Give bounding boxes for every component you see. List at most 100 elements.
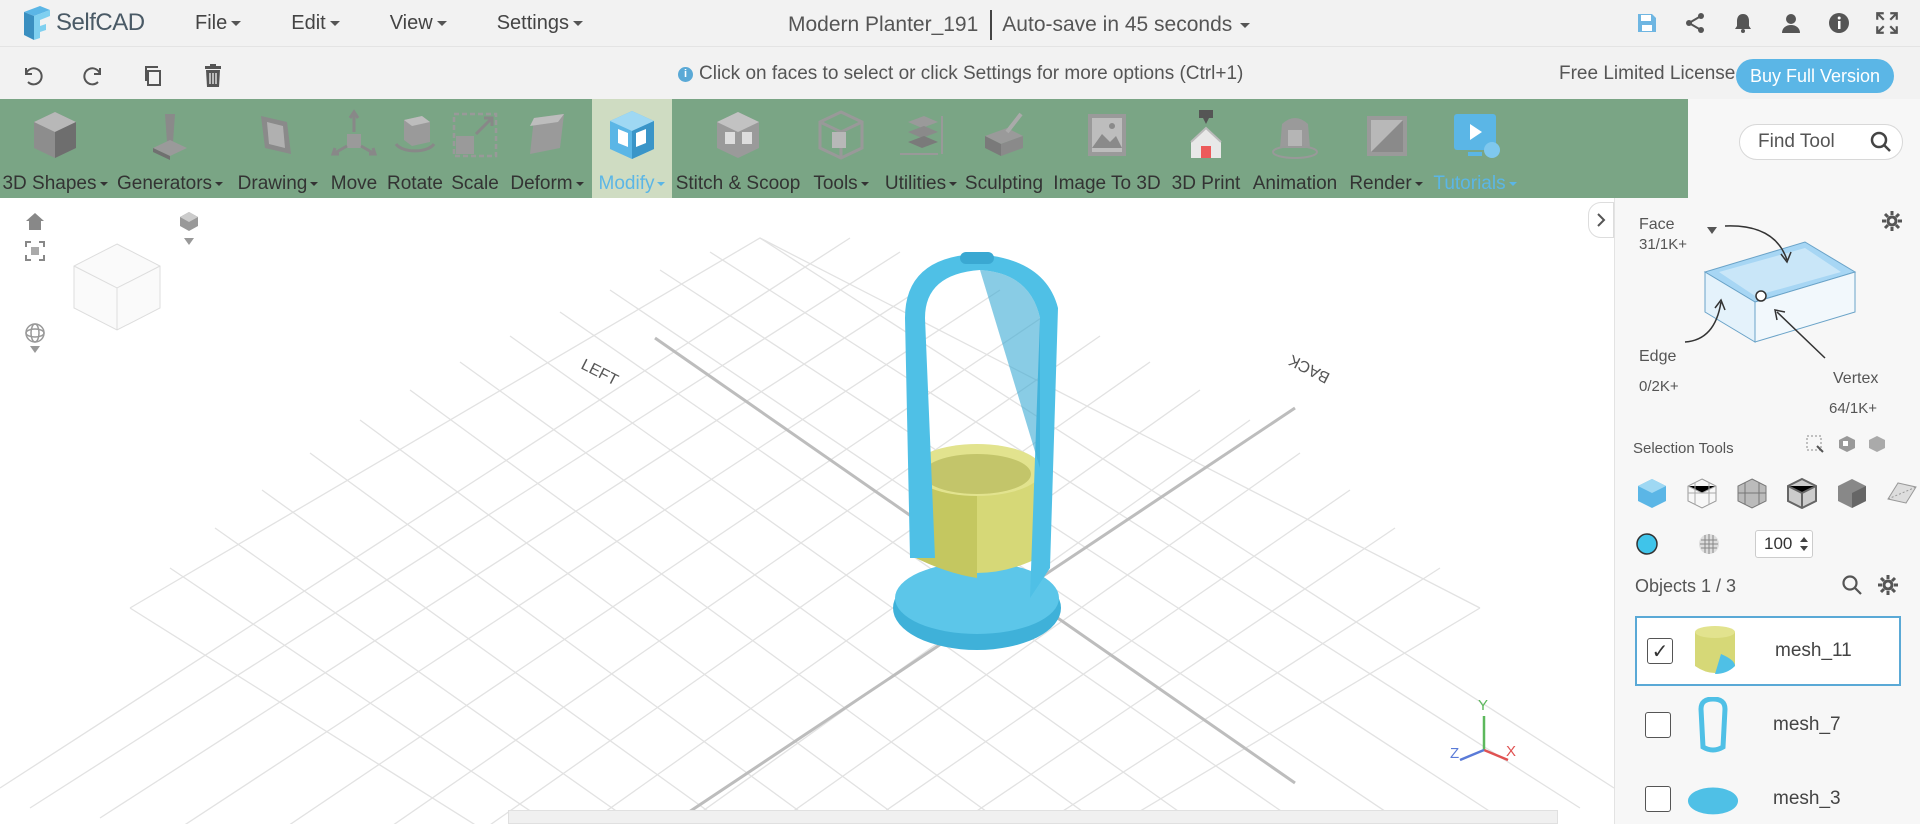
tool-animation[interactable]: Animation bbox=[1246, 99, 1344, 198]
tool-3d-print[interactable]: 3D Print bbox=[1168, 99, 1244, 198]
search-objects-icon[interactable] bbox=[1841, 574, 1863, 601]
select-outline-icon[interactable] bbox=[1785, 476, 1819, 510]
menu-settings[interactable]: Settings bbox=[497, 12, 583, 35]
tool-sculpting[interactable]: Sculpting bbox=[964, 99, 1044, 198]
object-row-mesh-11[interactable]: ✓ mesh_11 bbox=[1635, 616, 1901, 686]
app-logo[interactable]: SelfCAD bbox=[20, 4, 170, 42]
printer-icon bbox=[1178, 107, 1234, 163]
drawing-icon bbox=[250, 107, 306, 163]
selection-tools-label: Selection Tools bbox=[1633, 440, 1734, 457]
selection-diagram bbox=[1684, 225, 1857, 359]
tool-stitch-scoop[interactable]: Stitch & Scoop bbox=[674, 99, 802, 198]
tool-label: 3D Print bbox=[1171, 173, 1241, 194]
trash-icon[interactable] bbox=[198, 61, 228, 91]
tool-scale[interactable]: Scale bbox=[446, 99, 504, 198]
tool-label: Stitch & Scoop bbox=[675, 173, 801, 194]
timeline-bar[interactable] bbox=[508, 810, 1558, 824]
copy-icon[interactable] bbox=[138, 61, 168, 91]
user-icon[interactable] bbox=[1776, 8, 1806, 38]
generator-icon bbox=[142, 107, 198, 163]
save-icon[interactable] bbox=[1632, 8, 1662, 38]
tool-render[interactable]: Render bbox=[1346, 99, 1426, 198]
tool-3d-shapes[interactable]: 3D Shapes bbox=[0, 99, 110, 198]
object-row-mesh-7[interactable]: mesh_7 bbox=[1635, 690, 1901, 760]
fullscreen-icon[interactable] bbox=[1872, 8, 1902, 38]
object-checkbox[interactable] bbox=[1645, 712, 1671, 738]
select-grid-icon[interactable] bbox=[1685, 476, 1719, 510]
scene-canvas[interactable]: LEFT BACK Y Z X bbox=[0, 198, 1614, 824]
tool-label: Render bbox=[1349, 173, 1412, 194]
chevron-down-icon[interactable] bbox=[176, 234, 202, 250]
main-toolbar: 3D Shapes Generators Drawing Move Rotate… bbox=[0, 99, 1688, 198]
select-mesh-icon[interactable] bbox=[1735, 476, 1769, 510]
menu-edit-label: Edit bbox=[291, 11, 326, 34]
brush-size-input[interactable]: 100 bbox=[1755, 530, 1813, 558]
document-title[interactable]: Modern Planter_191 bbox=[788, 13, 978, 37]
hint-label: Click on faces to select or click Settin… bbox=[699, 63, 1244, 84]
zoom-fit-icon[interactable] bbox=[22, 238, 48, 264]
autosave-dropdown[interactable]: Auto-save in 45 seconds bbox=[1002, 13, 1251, 37]
buy-full-version-button[interactable]: Buy Full Version bbox=[1736, 59, 1894, 93]
tool-generators[interactable]: Generators bbox=[112, 99, 228, 198]
object-row-mesh-3[interactable]: mesh_3 bbox=[1635, 764, 1901, 824]
menu-file-label: File bbox=[195, 11, 228, 34]
scale-icon bbox=[447, 107, 503, 163]
collapse-panel-button[interactable] bbox=[1588, 202, 1614, 238]
info-icon[interactable] bbox=[1824, 8, 1854, 38]
menu-file[interactable]: File bbox=[195, 11, 242, 35]
undo-icon[interactable] bbox=[18, 61, 48, 91]
vertex-label: Vertex bbox=[1833, 370, 1879, 387]
object-name: mesh_7 bbox=[1773, 714, 1841, 735]
projection-icon[interactable] bbox=[176, 208, 202, 234]
share-icon[interactable] bbox=[1680, 8, 1710, 38]
deform-icon bbox=[519, 107, 575, 163]
menu-edit[interactable]: Edit bbox=[291, 11, 340, 35]
select-plane-icon[interactable] bbox=[1885, 476, 1919, 510]
select-visible-icon[interactable] bbox=[1837, 434, 1857, 459]
chevron-down-icon bbox=[231, 20, 242, 26]
tool-deform[interactable]: Deform bbox=[504, 99, 590, 198]
chevron-down-icon bbox=[657, 182, 666, 186]
tool-tutorials[interactable]: Tutorials bbox=[1428, 99, 1522, 198]
search-icon[interactable] bbox=[1868, 129, 1894, 155]
face-mode-label[interactable]: Face bbox=[1639, 216, 1675, 234]
chevron-down-icon[interactable] bbox=[22, 342, 48, 358]
select-all-icon[interactable] bbox=[1867, 434, 1887, 459]
left-label: LEFT bbox=[578, 356, 621, 389]
object-checkbox[interactable] bbox=[1645, 786, 1671, 812]
object-checkbox[interactable]: ✓ bbox=[1647, 638, 1673, 664]
select-solid-icon[interactable] bbox=[1835, 476, 1869, 510]
tool-tools[interactable]: Tools bbox=[804, 99, 878, 198]
redo-icon[interactable] bbox=[78, 61, 108, 91]
base-thumbnail-icon bbox=[1687, 771, 1739, 824]
stepper-icon[interactable] bbox=[1800, 535, 1808, 553]
right-panel: Face 31/1K+ Edge 0/2K+ Vertex 64/1K+ Sel… bbox=[1614, 198, 1920, 824]
tool-label: Sculpting bbox=[964, 173, 1044, 194]
view-cube-icon[interactable] bbox=[62, 232, 172, 342]
tool-move[interactable]: Move bbox=[324, 99, 384, 198]
color-dot-icon[interactable] bbox=[1635, 532, 1659, 561]
chevron-down-icon bbox=[310, 182, 319, 186]
tool-utilities[interactable]: Utilities bbox=[878, 99, 964, 198]
back-label: BACK bbox=[1286, 351, 1333, 386]
tool-image-to-3d[interactable]: Image To 3D bbox=[1052, 99, 1162, 198]
objects-settings-icon[interactable] bbox=[1877, 574, 1899, 601]
tool-modify[interactable]: Modify bbox=[592, 99, 672, 198]
find-tool-input[interactable]: Find Tool bbox=[1739, 124, 1903, 160]
object-name: mesh_3 bbox=[1773, 788, 1841, 809]
select-box-icon[interactable] bbox=[1805, 434, 1825, 459]
3d-viewport[interactable]: LEFT BACK Y Z X bbox=[0, 198, 1614, 824]
chevron-down-icon bbox=[99, 182, 108, 186]
handle-thumbnail-icon bbox=[1687, 697, 1739, 753]
tool-rotate[interactable]: Rotate bbox=[384, 99, 446, 198]
menu-view-label: View bbox=[389, 11, 433, 34]
tool-drawing[interactable]: Drawing bbox=[232, 99, 324, 198]
brush-pattern-icon[interactable] bbox=[1697, 532, 1721, 561]
top-icons bbox=[1632, 8, 1902, 38]
cube-icon bbox=[27, 107, 83, 163]
select-face-cube-icon[interactable] bbox=[1635, 476, 1669, 510]
tutorials-icon bbox=[1447, 107, 1503, 163]
menu-view[interactable]: View bbox=[390, 12, 447, 35]
home-icon[interactable] bbox=[22, 208, 48, 234]
bell-icon[interactable] bbox=[1728, 8, 1758, 38]
